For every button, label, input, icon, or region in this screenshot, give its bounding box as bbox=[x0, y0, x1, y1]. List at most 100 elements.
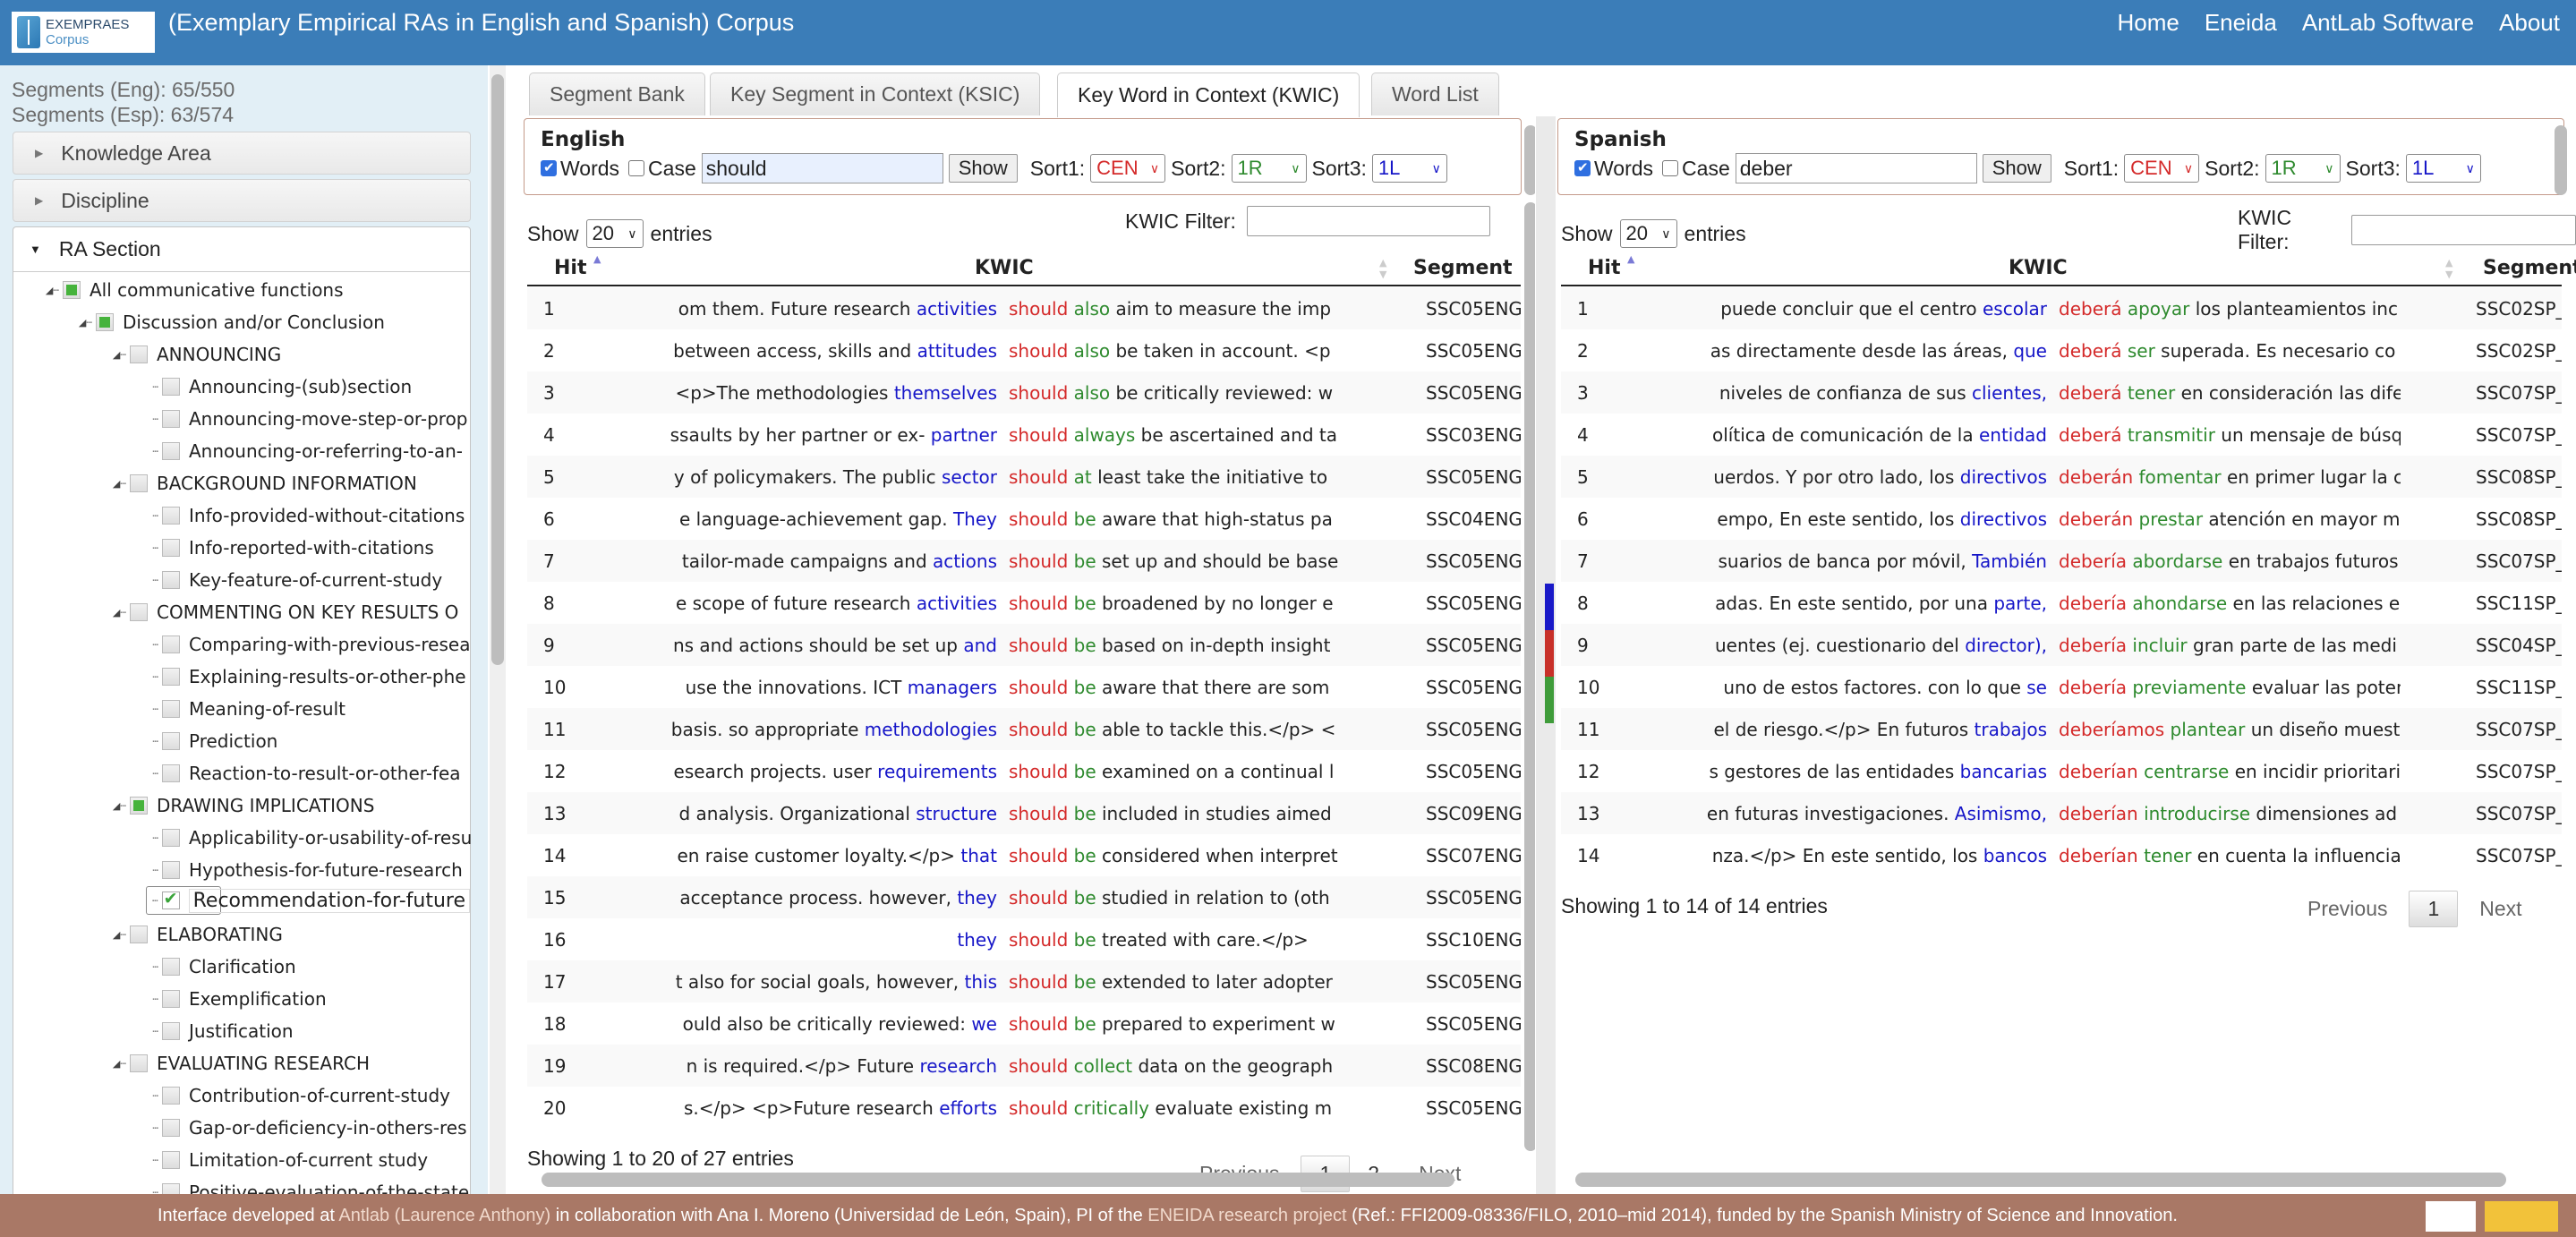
tree-checkbox[interactable] bbox=[162, 1119, 180, 1137]
segment-id[interactable]: SSC05ENG_ bbox=[1426, 971, 1521, 993]
tree-node[interactable]: ┄ Announcing-move-step-or-prop bbox=[141, 403, 488, 435]
segment-id[interactable]: SSC05ENG_ bbox=[1426, 887, 1521, 909]
tree-node[interactable]: ┄ Info-reported-with-citations bbox=[141, 532, 488, 564]
query-box-scrollbar[interactable] bbox=[1524, 125, 1535, 195]
horizontal-scrollbar[interactable] bbox=[1575, 1173, 2506, 1187]
tree-toggle-icon[interactable]: ◢┄ bbox=[108, 1058, 126, 1070]
tree-toggle-icon[interactable]: ◢┄ bbox=[108, 800, 126, 812]
show-button[interactable]: Show bbox=[1982, 154, 2051, 183]
segment-id[interactable]: SSC05ENG_ bbox=[1426, 298, 1521, 320]
tab-kwic[interactable]: Key Word in Context (KWIC) bbox=[1057, 73, 1361, 117]
tree-node[interactable]: ◢┄ ANNOUNCING bbox=[108, 338, 488, 371]
table-row[interactable]: 4 olítica de comunicación de la entidad … bbox=[1561, 414, 2562, 456]
tree-node[interactable]: ┄ Clarification bbox=[141, 951, 488, 983]
table-row[interactable]: 18 ould also be critically reviewed: we … bbox=[527, 1002, 1521, 1045]
tree-checkbox[interactable] bbox=[162, 958, 180, 976]
segment-id[interactable]: SSC07SP_ bbox=[2476, 719, 2562, 740]
tree-toggle-icon[interactable]: ◢┄ bbox=[74, 317, 92, 328]
accordion-knowledge-area[interactable]: ▶ Knowledge Area bbox=[13, 132, 471, 175]
segment-id[interactable]: SSC11SP_ bbox=[2476, 677, 2562, 698]
words-checkbox[interactable] bbox=[1574, 159, 1591, 176]
tree-checkbox[interactable] bbox=[130, 1054, 148, 1072]
tree-checkbox[interactable] bbox=[162, 700, 180, 718]
column-hit[interactable]: Hit bbox=[1588, 257, 1620, 279]
tree-node[interactable]: ┄ Comparing-with-previous-resea bbox=[141, 628, 488, 661]
table-row[interactable]: 4 ssaults by her partner or ex- partner … bbox=[527, 414, 1521, 456]
tree-checkbox[interactable] bbox=[162, 861, 180, 879]
segment-id[interactable]: SSC09ENG_ bbox=[1426, 803, 1521, 824]
sidebar-scrollbar[interactable] bbox=[490, 65, 506, 1194]
table-row[interactable]: 3 <p>The methodologies themselves should… bbox=[527, 371, 1521, 414]
segment-id[interactable]: SSC11SP_ bbox=[2476, 593, 2562, 614]
table-row[interactable]: 16 they should be treated with care.</p>… bbox=[527, 918, 1521, 960]
tree-checkbox[interactable] bbox=[162, 1183, 180, 1194]
sort1-select[interactable]: CEN ∨ bbox=[1090, 154, 1166, 183]
sort3-select[interactable]: 1L ∨ bbox=[2405, 154, 2481, 183]
accordion-ra-section[interactable]: ▼ RA Section bbox=[13, 227, 470, 272]
segment-id[interactable]: SSC07ENG_ bbox=[1426, 845, 1521, 866]
table-row[interactable]: 11 basis. so appropriate methodologies s… bbox=[527, 708, 1521, 750]
accordion-discipline[interactable]: ▶ Discipline bbox=[13, 179, 471, 222]
tree-node[interactable]: ┄ Positive-evaluation-of-the-state bbox=[141, 1176, 488, 1194]
tree-node[interactable]: ┄ Applicability-or-usability-of-resu bbox=[141, 822, 488, 854]
segment-id[interactable]: SSC07SP_ bbox=[2476, 845, 2562, 866]
pagination-previous[interactable]: Previous bbox=[2307, 897, 2387, 921]
segment-id[interactable]: SSC05ENG_ bbox=[1426, 593, 1521, 614]
segment-id[interactable]: SSC05ENG_ bbox=[1426, 466, 1521, 488]
segment-id[interactable]: SSC05ENG_ bbox=[1426, 1097, 1521, 1119]
tree-toggle-icon[interactable]: ◢┄ bbox=[108, 607, 126, 618]
column-kwic[interactable]: KWIC bbox=[975, 257, 1034, 279]
tree-toggle-icon[interactable]: ◢┄ bbox=[108, 349, 126, 361]
search-input[interactable]: deber bbox=[1735, 153, 1977, 183]
tree-node[interactable]: ┄ Hypothesis-for-future-research bbox=[141, 854, 488, 886]
sort3-select[interactable]: 1L ∨ bbox=[1371, 154, 1447, 183]
table-row[interactable]: 5 uerdos. Y por otro lado, los directivo… bbox=[1561, 456, 2562, 498]
table-row[interactable]: 20 s.</p> <p>Future research efforts sho… bbox=[527, 1087, 1521, 1129]
tree-node[interactable]: ◢┄ COMMENTING ON KEY RESULTS O bbox=[108, 596, 488, 628]
tree-node[interactable]: ┄ Recommendation-for-future bbox=[146, 886, 471, 915]
eneida-link[interactable]: ENEIDA research project bbox=[1147, 1206, 1346, 1225]
tree-node[interactable]: ┄ Explaining-results-or-other-phe bbox=[141, 661, 488, 693]
tree-toggle-icon[interactable]: ◢┄ bbox=[108, 478, 126, 490]
tree-node[interactable]: ┄ Contribution-of-current-study bbox=[141, 1079, 488, 1112]
nav-eneida[interactable]: Eneida bbox=[2205, 9, 2277, 37]
tree-node[interactable]: ◢┄ All communicative functions bbox=[41, 274, 488, 306]
tree-checkbox[interactable] bbox=[130, 346, 148, 363]
tree-node[interactable]: ┄ Justification bbox=[141, 1015, 488, 1047]
tree-toggle-icon[interactable]: ◢┄ bbox=[108, 929, 126, 941]
segment-id[interactable]: SSC04ENG_ bbox=[1426, 508, 1521, 530]
search-input[interactable]: should bbox=[701, 153, 943, 183]
tree-checkbox[interactable] bbox=[162, 571, 180, 589]
tree-checkbox[interactable] bbox=[130, 926, 148, 943]
query-box-scrollbar[interactable] bbox=[2555, 125, 2567, 195]
table-row[interactable]: 12 s gestores de las entidades bancarias… bbox=[1561, 750, 2562, 792]
table-row[interactable]: 14 nza.</p> En este sentido, los bancos … bbox=[1561, 834, 2562, 876]
tree-checkbox[interactable] bbox=[130, 797, 148, 815]
panel-splitter[interactable] bbox=[1536, 116, 1556, 1194]
table-row[interactable]: 10 use the innovations. ICT managers sho… bbox=[527, 666, 1521, 708]
entries-select[interactable]: 20 ∨ bbox=[1619, 219, 1677, 248]
tree-checkbox[interactable] bbox=[130, 474, 148, 492]
nav-home[interactable]: Home bbox=[2117, 9, 2179, 37]
segment-id[interactable]: SSC08SP_ bbox=[2476, 466, 2562, 488]
table-row[interactable]: 9 ns and actions should be set up and sh… bbox=[527, 624, 1521, 666]
column-kwic[interactable]: KWIC bbox=[2009, 257, 2068, 279]
tree-checkbox[interactable] bbox=[162, 410, 180, 428]
tree-checkbox[interactable] bbox=[63, 281, 81, 299]
tab-word-list[interactable]: Word List bbox=[1371, 73, 1499, 115]
tab-segment-bank[interactable]: Segment Bank bbox=[529, 73, 705, 115]
sort2-select[interactable]: 1R ∨ bbox=[2265, 154, 2341, 183]
column-hit[interactable]: Hit bbox=[554, 257, 586, 279]
segment-id[interactable]: SSC05ENG_ bbox=[1426, 340, 1521, 362]
antlab-link[interactable]: Antlab (Laurence Anthony) bbox=[338, 1206, 550, 1225]
table-row[interactable]: 1 puede concluir que el centro escolar d… bbox=[1561, 287, 2562, 329]
tree-node[interactable]: ◢┄ ELABORATING bbox=[108, 918, 488, 951]
tree-checkbox[interactable] bbox=[162, 636, 180, 653]
table-row[interactable]: 11 el de riesgo.</p> En futuros trabajos… bbox=[1561, 708, 2562, 750]
segment-id[interactable]: SSC08SP_ bbox=[2476, 508, 2562, 530]
tree-node[interactable]: ┄ Key-feature-of-current-study bbox=[141, 564, 488, 596]
show-button[interactable]: Show bbox=[948, 154, 1018, 183]
table-row[interactable]: 1 om them. Future research activities sh… bbox=[527, 287, 1521, 329]
tree-checkbox[interactable] bbox=[96, 313, 114, 331]
words-checkbox[interactable] bbox=[541, 159, 557, 176]
